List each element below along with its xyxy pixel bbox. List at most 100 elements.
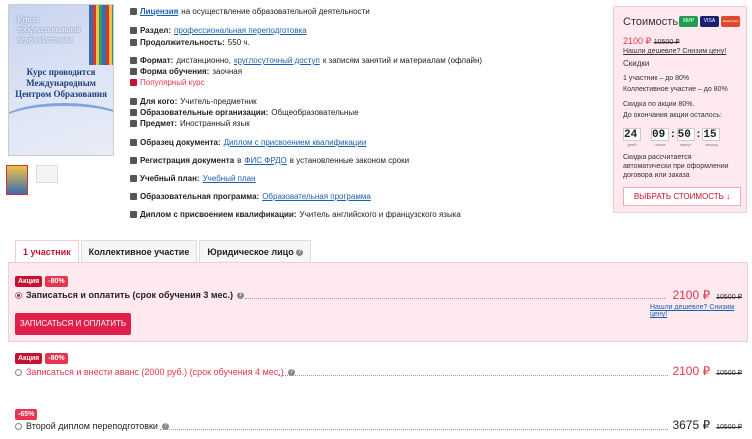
cover-title: Курсы профессиональной переподготовки xyxy=(17,15,81,44)
discount-badge: -65% xyxy=(15,409,38,420)
detail-value: Общеобразовательные xyxy=(271,108,359,117)
participant-tabs: 1 участник Коллективное участие Юридичес… xyxy=(15,240,313,263)
option-3-badges: -65% xyxy=(15,409,38,420)
option-2-label: Записаться и внести аванс (2000 руб.) (с… xyxy=(26,367,284,377)
program-link[interactable]: Образовательная программа xyxy=(262,191,371,202)
detail-popular: Популярный курс xyxy=(130,77,205,88)
countdown-timer: 24 дней 09 часов : 50 минут : 15 секунд xyxy=(623,128,721,147)
option-3-label: Второй диплом переподготовки xyxy=(26,421,158,431)
promo-countdown-label: До окончания акции осталось: xyxy=(623,112,722,119)
tab-legal-entity[interactable]: Юридическое лицо ? xyxy=(199,240,312,263)
tab-single-participant[interactable]: 1 участник xyxy=(15,240,79,263)
timer-minutes: 50 xyxy=(676,128,695,141)
current-price: 2100 ₽ xyxy=(623,36,652,46)
monitor-icon xyxy=(130,68,137,75)
old-price: 10500 ₽ xyxy=(716,294,742,301)
help-icon[interactable]: ? xyxy=(296,249,304,257)
clock-icon xyxy=(130,39,137,46)
option-1-badges: Акция -80% xyxy=(15,276,68,287)
timer-days: 24 xyxy=(623,128,641,141)
discount-badge: -80% xyxy=(45,276,68,287)
detail-organizations: Образовательные организации: Общеобразова… xyxy=(130,107,359,118)
detail-audience: Для кого: Учитель-предметник xyxy=(130,96,257,107)
auto-discount-note: Скидка рассчитается автоматически при оф… xyxy=(623,154,729,179)
detail-label: Формат: xyxy=(140,56,174,65)
detail-label: Регистрация документа xyxy=(140,156,235,165)
detail-label: Для кого: xyxy=(140,97,178,106)
access-link[interactable]: круглосуточный доступ xyxy=(234,55,320,66)
discount-group: Коллективное участие – до 80% xyxy=(623,86,728,93)
option-3[interactable]: Второй диплом переподготовки? xyxy=(15,421,169,431)
timer-days-label: дней xyxy=(627,142,637,147)
discount-badge: -80% xyxy=(45,353,68,364)
thumbnail-cover[interactable] xyxy=(6,165,28,195)
document-icon xyxy=(130,139,137,146)
detail-value: в установленные законом сроки xyxy=(289,156,410,165)
sidebar-price: 2100 ₽ 10500 ₽ xyxy=(623,36,680,47)
detail-label: Образовательные организации: xyxy=(140,108,269,117)
detail-registration: Регистрация документа в ФИС ФРДО в установл… xyxy=(130,155,409,166)
detail-label: Предмет: xyxy=(140,119,178,128)
promo-badge: Акция xyxy=(15,276,43,287)
detail-value: Иностранный язык xyxy=(180,119,250,128)
detail-duration: Продолжительность: 550 ч. xyxy=(130,37,250,48)
detail-qualification: Диплом с присвоением квалификации: Учител… xyxy=(130,209,461,220)
option-1-radio[interactable] xyxy=(15,291,22,299)
detail-value: дистанционно, xyxy=(176,56,231,65)
tab-label: Юридическое лицо xyxy=(207,247,294,257)
document-sample-link[interactable]: Диплом с присвоением квалификации xyxy=(224,137,367,148)
detail-label: Образец документа: xyxy=(140,138,221,147)
fire-icon xyxy=(130,79,137,86)
detail-study-form: Форма обучения: заочная xyxy=(130,66,242,77)
fis-frdo-link[interactable]: ФИС ФРДО xyxy=(244,155,286,166)
course-cover-image[interactable]: Курсы профессиональной переподготовки Ку… xyxy=(8,4,114,156)
option-2-radio[interactable] xyxy=(15,368,22,376)
timer-seconds-label: секунд xyxy=(705,142,718,147)
price-sidebar: Стоимость МИР VISA MasterCard 2100 ₽ 105… xyxy=(613,6,747,213)
detail-license: Лицензия на осуществление образовательной… xyxy=(130,6,370,17)
visa-card-icon: VISA xyxy=(700,16,719,27)
option-2-badges: Акция -80% xyxy=(15,353,68,364)
dotted-leader xyxy=(278,375,668,376)
cheaper-link[interactable]: Нашли дешевле? Снизим цену! xyxy=(623,47,726,56)
help-icon[interactable]: ? xyxy=(236,291,244,299)
detail-label: Продолжительность: xyxy=(140,38,225,47)
study-plan-link[interactable]: Учебный план xyxy=(203,173,256,184)
detail-program: Образовательная программа: Образовательна… xyxy=(130,191,371,202)
wave-decoration xyxy=(9,103,113,143)
timer-hours-label: часов xyxy=(654,142,666,147)
current-price: 3675 ₽ xyxy=(672,418,711,432)
subject-icon xyxy=(130,120,137,127)
detail-label: Форма обучения: xyxy=(140,67,210,76)
thumbnail-document[interactable] xyxy=(36,165,58,183)
detail-value: Учитель-предметник xyxy=(180,97,257,106)
section-link[interactable]: профессиональная переподготовка xyxy=(174,25,307,36)
option-2-price: 2100 ₽ 10500 ₽ xyxy=(672,364,742,378)
popular-label: Популярный курс xyxy=(140,78,205,87)
cheaper-link[interactable]: Нашли дешевле? Снизим цену! xyxy=(650,304,752,318)
user-icon xyxy=(130,98,137,105)
current-price: 2100 ₽ xyxy=(672,364,711,378)
detail-section: Раздел: профессиональная переподготовка xyxy=(130,25,307,36)
dotted-leader xyxy=(160,429,668,430)
choose-price-button[interactable]: ВЫБРАТЬ СТОИМОСТЬ ↓ xyxy=(623,187,741,206)
detail-value: к записям занятий и материалам (офлайн) xyxy=(322,56,483,65)
current-price: 2100 ₽ xyxy=(672,288,711,302)
plan-icon xyxy=(130,175,137,182)
option-1[interactable]: Записаться и оплатить (срок обучения 3 м… xyxy=(15,290,244,300)
detail-value: 550 ч. xyxy=(227,38,250,47)
license-icon xyxy=(130,8,137,15)
discounts-title: Скидки xyxy=(623,59,650,68)
enroll-and-pay-button[interactable]: ЗАПИСАТЬСЯ И ОПЛАТИТЬ xyxy=(15,313,131,335)
license-link[interactable]: Лицензия xyxy=(140,6,178,17)
timer-colon: : xyxy=(671,128,675,140)
tab-group-participation[interactable]: Коллективное участие xyxy=(80,240,198,263)
detail-document-sample: Образец документа: Диплом с присвоением к… xyxy=(130,137,366,148)
section-icon xyxy=(130,27,137,34)
monitor-icon xyxy=(130,57,137,64)
books-decoration xyxy=(89,5,113,65)
option-2[interactable]: Записаться и внести аванс (2000 руб.) (с… xyxy=(15,367,295,377)
promo-badge: Акция xyxy=(15,353,43,364)
detail-label: Раздел: xyxy=(140,26,172,35)
option-3-radio[interactable] xyxy=(15,422,22,430)
